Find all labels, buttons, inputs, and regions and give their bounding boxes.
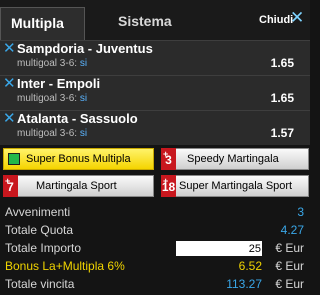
currency-label: € Eur xyxy=(275,259,304,273)
martingala-label: Martingala Sport xyxy=(36,180,117,192)
quota-value: 4.27 xyxy=(280,223,304,237)
check-icon xyxy=(8,153,20,165)
bet-teams: Sampdoria - Juventus xyxy=(17,41,153,56)
bet-market: multigoal 3-6: si xyxy=(17,58,88,69)
tab-multipla[interactable]: Multipla xyxy=(0,7,85,40)
vincita-value: 113.27 xyxy=(226,277,262,291)
importo-input[interactable] xyxy=(176,241,262,256)
super-martingala-sport-button[interactable]: +18 Super Martingala Sport xyxy=(161,175,309,197)
bet-pick: si xyxy=(79,58,88,69)
speedy-label: Speedy Martingala xyxy=(187,153,279,165)
summary-vincita: Totale vincita 113.27 € Eur xyxy=(5,277,304,291)
chiudi-label[interactable]: Chiudi xyxy=(259,14,293,26)
martingala-sport-button[interactable]: +7 Martingala Sport xyxy=(3,175,154,197)
bet-slip-tabs: Multipla Sistema Chiudi ✕ xyxy=(0,0,310,40)
remove-bet-icon[interactable]: ✕ xyxy=(3,111,16,127)
bonus-value: 6.52 xyxy=(238,259,262,273)
tab-multipla-label: Multipla xyxy=(11,15,64,31)
remove-bet-icon[interactable]: ✕ xyxy=(3,76,16,92)
summary-quota: Totale Quota 4.27 xyxy=(5,223,304,237)
bet-market: multigoal 3-6: si xyxy=(17,93,88,104)
summary-importo: Totale Importo € Eur xyxy=(0,240,310,258)
summary-bonus: Bonus La+Multipla 6% 6.52 € Eur xyxy=(5,259,304,273)
close-icon[interactable]: ✕ xyxy=(290,9,304,26)
bet-odd: 1.65 xyxy=(270,56,294,70)
bet-market: multigoal 3-6: si xyxy=(17,128,88,139)
remove-bet-icon[interactable]: ✕ xyxy=(3,41,16,57)
bet-pick: si xyxy=(79,93,88,104)
bet-row: ✕ Atalanta - Sassuolo multigoal 3-6: si … xyxy=(0,110,310,145)
super-martingala-label: Super Martingala Sport xyxy=(179,180,293,192)
bonus-buttons: Super Bonus Multipla +3 Speedy Martingal… xyxy=(0,145,310,202)
currency-label: € Eur xyxy=(275,277,304,291)
super-martingala-badge: +18 xyxy=(161,175,176,197)
bet-odd: 1.57 xyxy=(270,126,294,140)
super-bonus-label: Super Bonus Multipla xyxy=(26,153,131,165)
speedy-badge: +3 xyxy=(161,148,176,170)
bet-odd: 1.65 xyxy=(270,91,294,105)
bet-summary: Avvenimenti 3 Totale Quota 4.27 Totale I… xyxy=(0,202,310,295)
bet-pick: si xyxy=(79,128,88,139)
avvenimenti-value: 3 xyxy=(297,205,304,219)
bet-row: ✕ Sampdoria - Juventus multigoal 3-6: si… xyxy=(0,40,310,75)
summary-avvenimenti: Avvenimenti 3 xyxy=(5,205,304,219)
super-bonus-multipla-button[interactable]: Super Bonus Multipla xyxy=(3,148,154,170)
bet-teams: Inter - Empoli xyxy=(17,76,101,91)
bet-teams: Atalanta - Sassuolo xyxy=(17,111,138,126)
tab-sistema[interactable]: Sistema xyxy=(118,13,172,29)
speedy-martingala-button[interactable]: +3 Speedy Martingala xyxy=(161,148,309,170)
martingala-badge: +7 xyxy=(3,175,18,197)
currency-label: € Eur xyxy=(275,241,304,255)
bet-row: ✕ Inter - Empoli multigoal 3-6: si 1.65 xyxy=(0,75,310,110)
